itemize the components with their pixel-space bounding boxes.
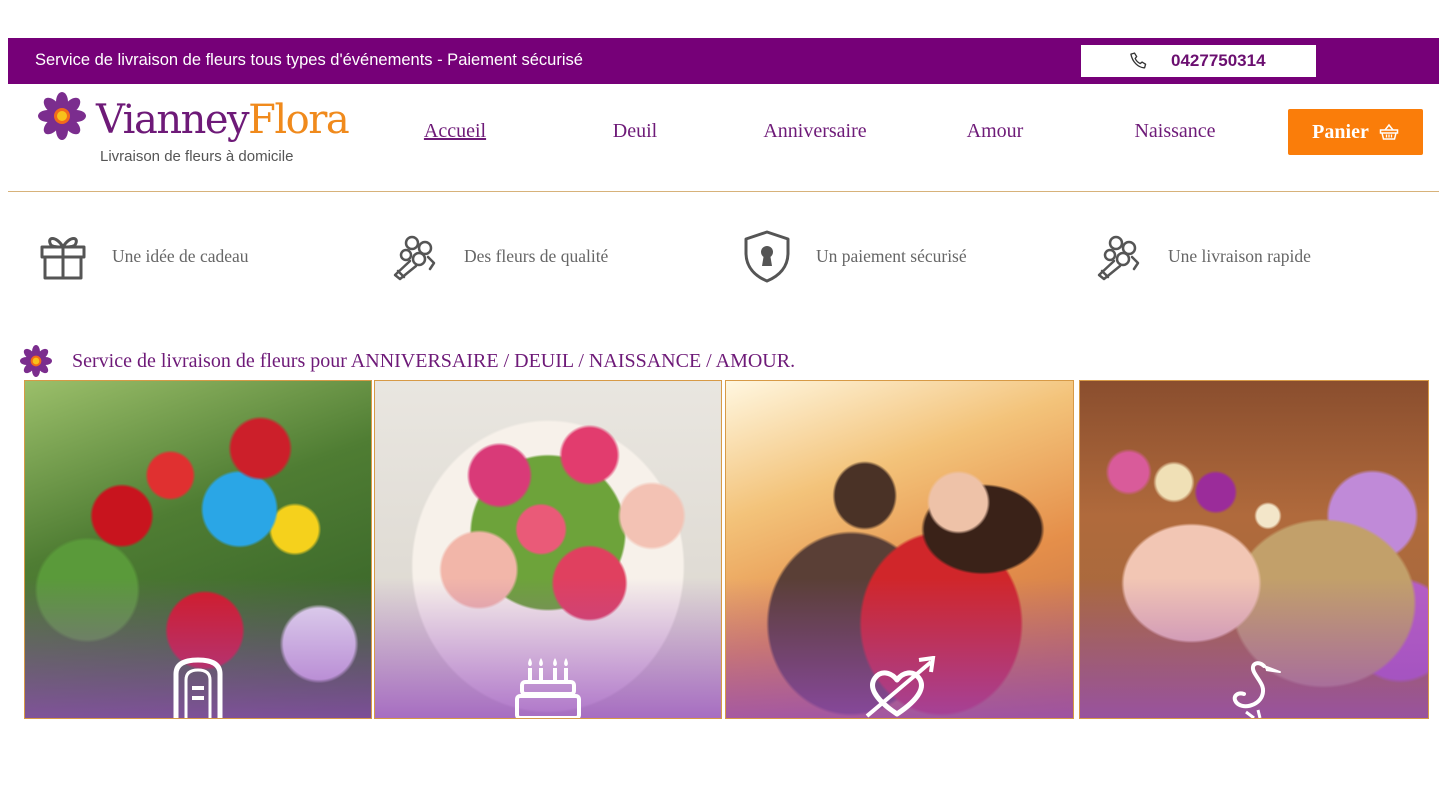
feature-fast-delivery: Une livraison rapide — [1094, 229, 1311, 283]
shield-lock-icon — [744, 230, 790, 283]
bouquet-icon — [1097, 235, 1140, 281]
feature-label: Des fleurs de qualité — [464, 245, 609, 266]
category-card-deuil[interactable] — [24, 380, 372, 719]
basket-icon — [1379, 123, 1399, 140]
heart-arrow-icon — [865, 656, 935, 718]
logo-tagline: Livraison de fleurs à domicile — [100, 148, 294, 165]
category-card-amour[interactable] — [725, 380, 1074, 719]
category-card-naissance[interactable] — [1079, 380, 1429, 719]
logo-name-part2: Flora — [248, 97, 350, 143]
cart-button-label: Panier — [1312, 120, 1369, 143]
bouquet-icon — [393, 235, 436, 281]
nav-item-deuil[interactable]: Deuil — [613, 120, 657, 143]
phone-contact[interactable]: 0427750314 — [1081, 45, 1316, 77]
site-logo[interactable]: VianneyFlora Livraison de fleurs à domic… — [38, 92, 350, 172]
nav-item-naissance[interactable]: Naissance — [1134, 120, 1215, 143]
section-heading: Service de livraison de fleurs pour ANNI… — [20, 345, 795, 377]
flower-icon — [20, 345, 52, 377]
header-divider — [8, 191, 1439, 192]
section-title: Service de livraison de fleurs pour ANNI… — [72, 349, 796, 372]
phone-number[interactable]: 0427750314 — [1171, 51, 1266, 71]
nav-item-amour[interactable]: Amour — [967, 120, 1024, 143]
feature-label: Une livraison rapide — [1168, 245, 1311, 266]
feature-label: Un paiement sécurisé — [816, 245, 967, 266]
top-announcement-bar: Service de livraison de fleurs tous type… — [8, 38, 1439, 84]
category-card-anniversaire[interactable] — [374, 380, 722, 719]
logo-name: VianneyFlora — [96, 96, 350, 144]
stork-icon — [1232, 661, 1281, 718]
phone-icon — [1130, 52, 1147, 69]
nav-item-accueil[interactable]: Accueil — [424, 120, 486, 143]
nav-item-anniversaire[interactable]: Anniversaire — [763, 120, 866, 143]
feature-quality: Des fleurs de qualité — [390, 229, 608, 283]
announcement-text: Service de livraison de fleurs tous type… — [35, 51, 583, 69]
tombstone-icon — [173, 657, 223, 718]
birthday-cake-icon — [515, 658, 581, 718]
feature-secure-payment: Un paiement sécurisé — [742, 229, 967, 283]
gift-icon — [40, 237, 86, 280]
flower-icon — [38, 92, 86, 140]
cart-button[interactable]: Panier — [1288, 109, 1423, 155]
feature-label: Une idée de cadeau — [112, 245, 249, 266]
feature-gift: Une idée de cadeau — [38, 229, 249, 283]
logo-name-part1: Vianney — [96, 97, 250, 143]
